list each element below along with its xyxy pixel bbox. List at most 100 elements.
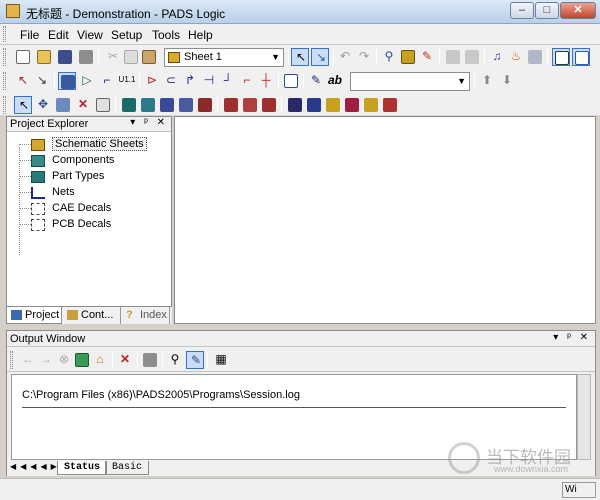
netlist-button[interactable]: ♫ (488, 48, 506, 66)
paste-icon (142, 50, 156, 64)
project-explorer-toggle[interactable] (552, 48, 570, 66)
print-output-button[interactable] (141, 351, 159, 369)
refresh-button[interactable] (73, 351, 91, 369)
disabled-tool-button-1[interactable] (444, 48, 462, 66)
edit-tool-button-2[interactable] (139, 96, 157, 114)
layers-button[interactable] (526, 48, 544, 66)
tree-item-schematic-sheets[interactable]: Schematic Sheets (15, 137, 165, 153)
grid-view-button[interactable]: ▦ (212, 351, 230, 369)
menu-view[interactable]: View (77, 28, 103, 42)
copy-object-button[interactable] (54, 96, 72, 114)
tab-status[interactable]: Status (57, 461, 108, 475)
menu-edit[interactable]: Edit (48, 28, 69, 42)
off-page-button[interactable]: ⊳ (143, 72, 161, 90)
edit-tool-button-13[interactable] (362, 96, 380, 114)
forward-button[interactable]: → (37, 351, 55, 369)
edit-tool-button-12[interactable] (343, 96, 361, 114)
tree-item-cae-decals[interactable]: CAE Decals (15, 201, 165, 217)
project-tab-icon (11, 310, 22, 320)
pane-controls[interactable]: ▾ ᵖ ✕ (553, 332, 591, 343)
output-window-toggle[interactable] (572, 48, 590, 66)
select-filter-button[interactable]: ↖ (14, 72, 32, 90)
find-button[interactable]: ⚲ (380, 48, 398, 66)
edit-tool-button-7[interactable] (241, 96, 259, 114)
edit-tool-button-3[interactable] (158, 96, 176, 114)
tree-item-pcb-decals[interactable]: PCB Decals (15, 217, 165, 233)
pane-controls[interactable]: ▾ ᵖ ✕ (130, 117, 168, 128)
menu-tools[interactable]: Tools (152, 28, 180, 42)
print-button[interactable] (77, 48, 95, 66)
tab-project[interactable]: Project (6, 307, 62, 324)
new-file-button[interactable] (14, 48, 32, 66)
clear-highlight-button[interactable]: ✎ (418, 48, 436, 66)
delete-button[interactable]: ✕ (74, 96, 92, 114)
maximize-button[interactable]: □ (535, 2, 559, 19)
tab-index[interactable]: ? Index (122, 307, 170, 324)
line-button[interactable]: ✎ (307, 72, 325, 90)
swap-pin-button[interactable]: ↱ (181, 72, 199, 90)
move-down-button[interactable]: ⬇ (498, 72, 516, 90)
port-button[interactable]: ⊂ (162, 72, 180, 90)
add-bus-button[interactable]: U1.1 (118, 72, 136, 90)
tree-item-components[interactable]: Components (15, 153, 165, 169)
edit-tool-button-4[interactable] (177, 96, 195, 114)
copy-button[interactable] (122, 48, 140, 66)
add-connection-button[interactable]: ⌐ (98, 72, 116, 90)
add-gate-button[interactable]: ▷ (78, 72, 96, 90)
sheet-select[interactable]: Sheet 1 ▼ (164, 48, 284, 67)
select-parts-button[interactable]: ↘ (33, 72, 51, 90)
toolbar-grip (10, 351, 13, 369)
edit-tool-button-10[interactable] (305, 96, 323, 114)
menu-grip (3, 26, 6, 42)
layer-select[interactable]: ▼ (350, 72, 470, 91)
tree-item-nets[interactable]: Nets (15, 185, 165, 201)
select-net-button[interactable]: ↘ (311, 48, 329, 66)
tab-contents[interactable]: Cont... (63, 307, 121, 324)
open-file-button[interactable] (35, 48, 53, 66)
disabled-tool-button-2[interactable] (463, 48, 481, 66)
stop-button[interactable]: ⊗ (55, 351, 73, 369)
back-button[interactable]: ← (19, 351, 37, 369)
tab-basic[interactable]: Basic (105, 461, 150, 475)
add-component-button[interactable] (58, 72, 76, 90)
edit-tool-button-9[interactable] (286, 96, 304, 114)
copy-object-icon (56, 98, 70, 112)
minimize-button[interactable]: – (510, 2, 534, 19)
undo-button[interactable]: ↶ (336, 48, 354, 66)
move-up-button[interactable]: ⬆ (478, 72, 496, 90)
corner-button[interactable]: ┘ (219, 72, 237, 90)
redo-button[interactable]: ↷ (355, 48, 373, 66)
menu-setup[interactable]: Setup (111, 28, 142, 42)
move-button[interactable]: ✥ (34, 96, 52, 114)
edit-tool-button-11[interactable] (324, 96, 342, 114)
close-button[interactable]: ✕ (560, 2, 596, 19)
flame-button[interactable]: ♨ (507, 48, 525, 66)
paste-button[interactable] (140, 48, 158, 66)
cut-button[interactable]: ✂ (104, 48, 122, 66)
home-button[interactable]: ⌂ (91, 351, 109, 369)
edit-tool-button-5[interactable] (196, 96, 214, 114)
menu-help[interactable]: Help (188, 28, 213, 42)
project-explorer-header: Project Explorer ▾ ᵖ ✕ (7, 117, 171, 132)
clear-output-button[interactable]: ✕ (116, 351, 134, 369)
edit-output-button[interactable]: ✎ (186, 351, 204, 369)
junction-button[interactable]: ┼ (257, 72, 275, 90)
highlight-button[interactable] (399, 48, 417, 66)
tree-item-part-types[interactable]: Part Types (15, 169, 165, 185)
properties-button[interactable] (94, 96, 112, 114)
split-button[interactable]: ⌐ (238, 72, 256, 90)
edit-tool-button-8[interactable] (260, 96, 278, 114)
edit-tool-button-14[interactable] (381, 96, 399, 114)
select-mode-button[interactable]: ↖ (291, 48, 309, 66)
save-button[interactable] (56, 48, 74, 66)
edit-tool-button-1[interactable] (120, 96, 138, 114)
text-button[interactable]: ab (326, 72, 344, 90)
menu-file[interactable]: File (20, 28, 39, 42)
status-bar: Wi (0, 478, 600, 500)
find-output-button[interactable]: ⚲ (166, 351, 184, 369)
pointer-button[interactable]: ↖ (14, 96, 32, 114)
edit-tool-button-6[interactable] (222, 96, 240, 114)
schematic-workspace[interactable] (174, 116, 596, 324)
label-button[interactable] (282, 72, 300, 90)
pin-button[interactable]: ⊣ (200, 72, 218, 90)
